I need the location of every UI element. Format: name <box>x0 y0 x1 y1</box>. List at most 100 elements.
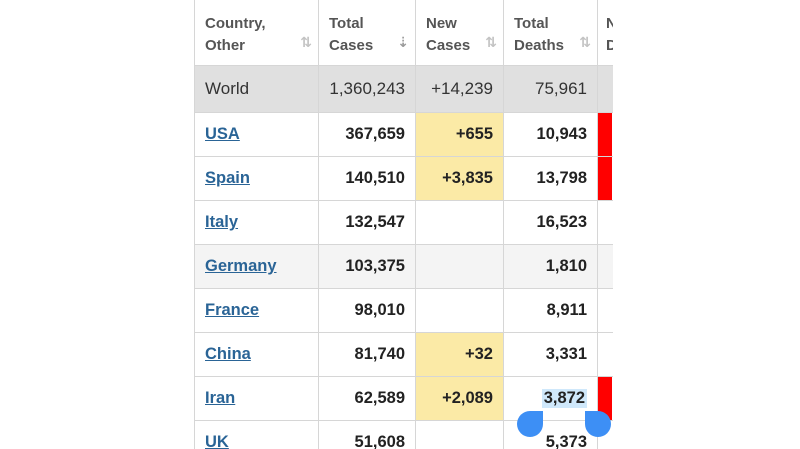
table-row: China 81,740 +32 3,331 <box>195 333 613 377</box>
cell-total-cases: 367,659 <box>319 113 416 156</box>
country-link[interactable]: France <box>205 301 259 320</box>
cell-new-cases <box>416 201 504 244</box>
cell-total-deaths: 3,331 <box>504 333 598 376</box>
cell-new-cases: +655 <box>416 113 504 156</box>
cell-country: France <box>195 289 319 332</box>
cell-new-deaths <box>598 113 613 156</box>
cell-new-cases <box>416 245 504 288</box>
cell-total-cases: 62,589 <box>319 377 416 420</box>
cell-country: Spain <box>195 157 319 200</box>
new-cases-value: +14,239 <box>431 79 493 98</box>
new-cases-value: +655 <box>455 125 493 143</box>
total-deaths-value: 75,961 <box>535 79 587 98</box>
cell-total-cases: 103,375 <box>319 245 416 288</box>
header-new-cases[interactable]: New Cases ⇅ <box>416 0 504 65</box>
cell-country: Iran <box>195 377 319 420</box>
new-deaths-highlight <box>598 113 612 156</box>
country-link[interactable]: Spain <box>205 169 250 188</box>
total-deaths-value: 13,798 <box>536 169 587 187</box>
total-deaths-value: 1,810 <box>545 257 587 275</box>
table-row: USA 367,659 +655 10,943 <box>195 113 613 157</box>
total-cases-value: 367,659 <box>345 125 405 143</box>
total-cases-value: 51,608 <box>354 433 405 449</box>
total-cases-value: 103,375 <box>345 257 405 275</box>
total-cases-value: 98,010 <box>354 301 405 319</box>
world-label: World <box>205 79 250 98</box>
cell-new-deaths <box>598 245 613 288</box>
table-header-row: Country, Other ⇅ Total Cases ⇣ New Cases… <box>195 0 613 66</box>
header-label: Total Cases <box>329 15 374 54</box>
cell-new-cases <box>416 421 504 449</box>
cell-new-cases: +32 <box>416 333 504 376</box>
cell-new-cases <box>416 289 504 332</box>
country-link[interactable]: Germany <box>205 257 277 276</box>
new-cases-value: +32 <box>465 345 493 363</box>
total-cases-value: 132,547 <box>345 213 405 231</box>
header-label: N D <box>606 13 613 57</box>
covid-stats-table: Country, Other ⇅ Total Cases ⇣ New Cases… <box>194 0 613 449</box>
country-link[interactable]: USA <box>205 125 240 144</box>
new-cases-value: +3,835 <box>442 169 493 187</box>
cell-total-cases: 132,547 <box>319 201 416 244</box>
total-cases-value: 140,510 <box>345 169 405 187</box>
total-deaths-value: 8,911 <box>546 301 587 319</box>
cell-total-deaths: 8,911 <box>504 289 598 332</box>
cell-new-cases: +3,835 <box>416 157 504 200</box>
table-row: Spain 140,510 +3,835 13,798 <box>195 157 613 201</box>
cell-total-deaths: 1,810 <box>504 245 598 288</box>
cell-new-deaths <box>598 66 613 112</box>
table-row-world: World 1,360,243 +14,239 75,961 <box>195 66 613 113</box>
total-deaths-value: 10,943 <box>536 125 587 143</box>
cell-total-cases: 81,740 <box>319 333 416 376</box>
cell-total-deaths: 10,943 <box>504 113 598 156</box>
table-row: France 98,010 8,911 <box>195 289 613 333</box>
header-new-deaths[interactable]: N D <box>598 0 613 65</box>
header-label: Country, Other <box>205 15 266 54</box>
total-deaths-value: 3,331 <box>545 345 587 363</box>
country-link[interactable]: Iran <box>205 389 235 408</box>
header-label: New Cases <box>426 15 471 54</box>
header-total-cases[interactable]: Total Cases ⇣ <box>319 0 416 65</box>
cell-new-deaths <box>598 201 613 244</box>
cell-country: China <box>195 333 319 376</box>
cell-total-cases: 98,010 <box>319 289 416 332</box>
total-deaths-value: 16,523 <box>536 213 587 231</box>
cell-new-deaths <box>598 289 613 332</box>
cell-total-deaths: 16,523 <box>504 201 598 244</box>
table-row: Germany 103,375 1,810 <box>195 245 613 289</box>
cell-total-cases: 51,608 <box>319 421 416 449</box>
selected-text[interactable]: 3,872 <box>541 389 587 408</box>
cell-country: World <box>195 66 319 112</box>
cell-new-deaths <box>598 157 613 200</box>
cell-country: USA <box>195 113 319 156</box>
table-row: Italy 132,547 16,523 <box>195 201 613 245</box>
selection-handle-end[interactable] <box>585 411 611 437</box>
cell-total-deaths[interactable]: 3,872 <box>504 377 598 420</box>
cell-total-cases: 1,360,243 <box>319 66 416 112</box>
total-cases-value: 81,740 <box>354 345 405 363</box>
header-country[interactable]: Country, Other ⇅ <box>195 0 319 65</box>
sort-icon[interactable]: ⇅ <box>579 34 591 51</box>
table-row: Iran 62,589 +2,089 3,872 <box>195 377 613 421</box>
sort-icon[interactable]: ⇅ <box>485 34 497 51</box>
new-deaths-highlight <box>598 157 612 200</box>
selection-handle-start[interactable] <box>517 411 543 437</box>
cell-total-deaths: 13,798 <box>504 157 598 200</box>
sort-descending-icon[interactable]: ⇣ <box>397 34 409 51</box>
total-cases-value: 62,589 <box>354 389 405 407</box>
header-label: Total Deaths <box>514 15 565 54</box>
header-total-deaths[interactable]: Total Deaths ⇅ <box>504 0 598 65</box>
country-link[interactable]: UK <box>205 433 229 449</box>
cell-total-cases: 140,510 <box>319 157 416 200</box>
country-link[interactable]: China <box>205 345 251 364</box>
sort-icon[interactable]: ⇅ <box>300 34 312 51</box>
total-deaths-value: 5,373 <box>545 433 587 449</box>
country-link[interactable]: Italy <box>205 213 238 232</box>
cell-new-cases: +14,239 <box>416 66 504 112</box>
cell-country: UK <box>195 421 319 449</box>
cell-new-cases: +2,089 <box>416 377 504 420</box>
cell-country: Italy <box>195 201 319 244</box>
cell-total-deaths: 75,961 <box>504 66 598 112</box>
table-row: UK 51,608 5,373 <box>195 421 613 449</box>
cell-new-deaths <box>598 333 613 376</box>
